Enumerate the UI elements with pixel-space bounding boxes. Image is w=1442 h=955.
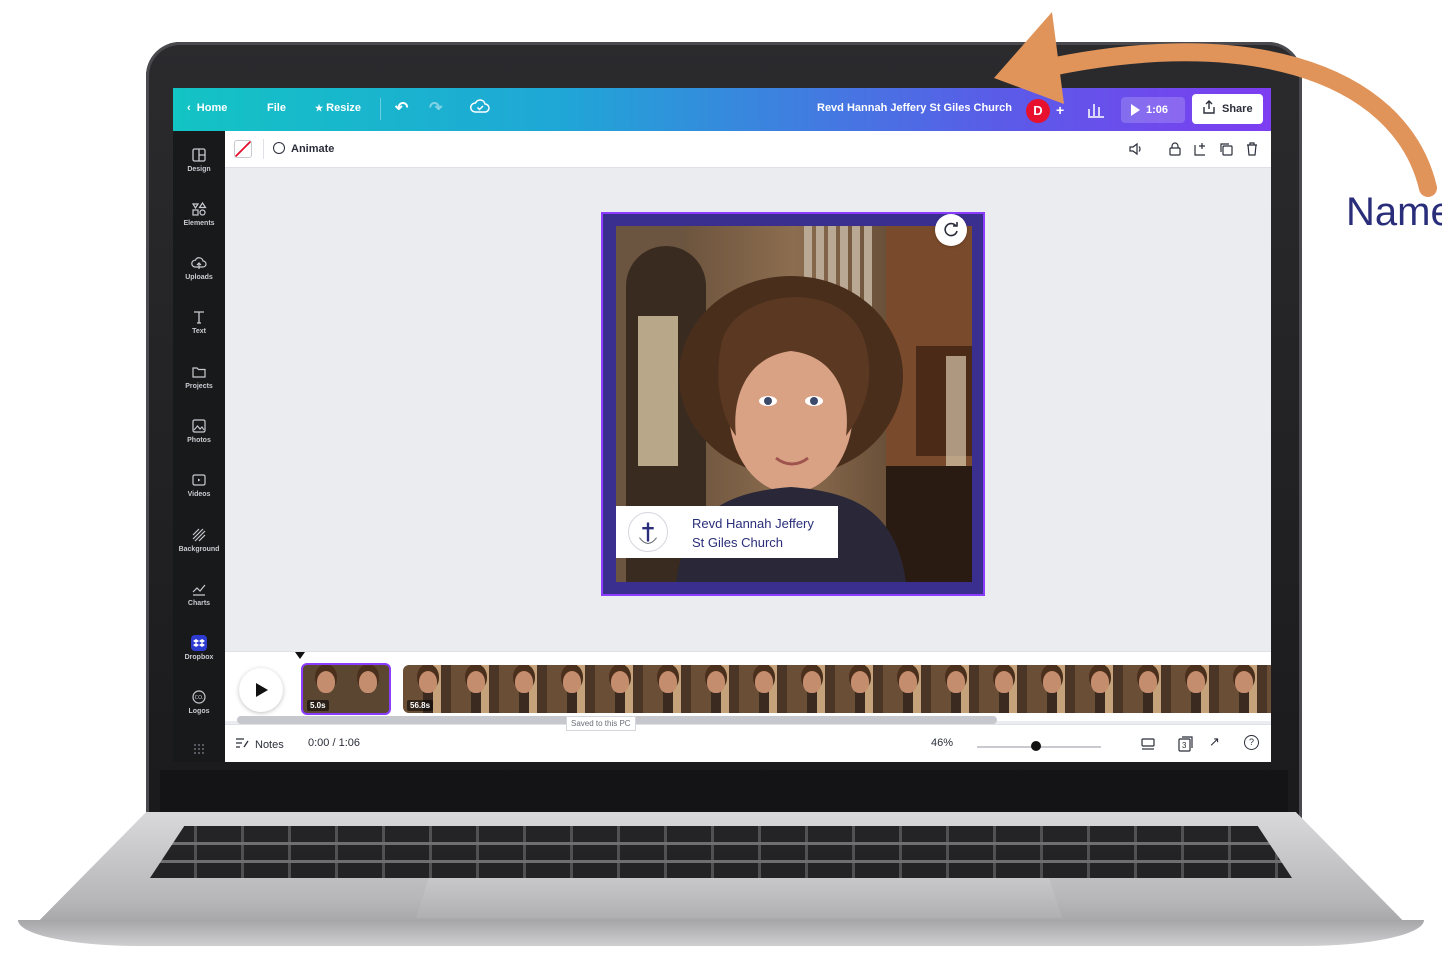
annotation-label: Name	[1346, 190, 1442, 234]
laptop-mockup: ‹ Home File ★ Resize ↶ ↷ Revd Hannah Jef…	[0, 0, 1442, 955]
annotation-arrow	[994, 12, 1437, 197]
